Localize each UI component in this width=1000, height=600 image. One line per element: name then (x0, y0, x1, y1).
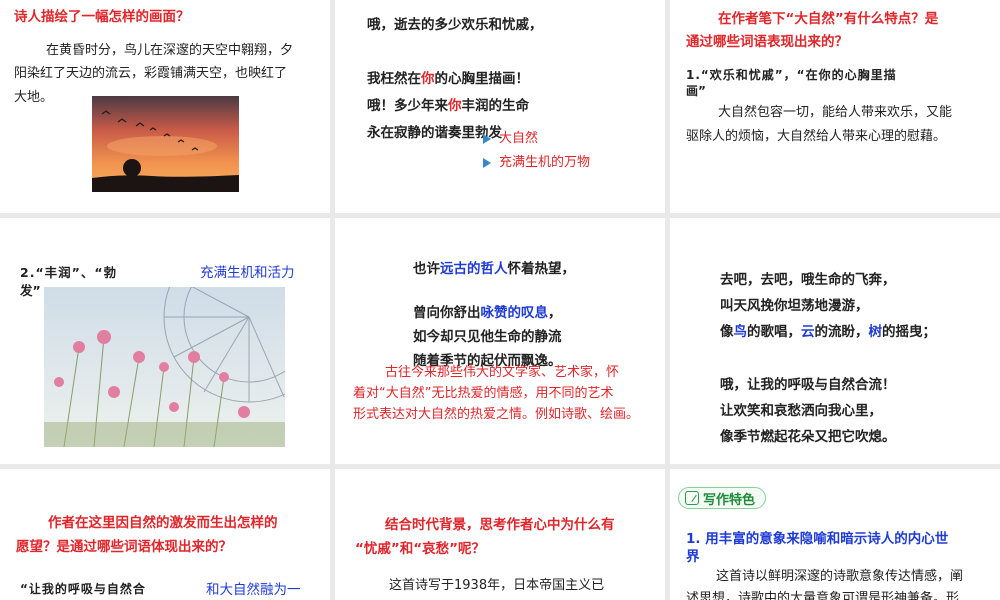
heading-line-1: 1. 用丰富的意象来隐喻和暗示诗人的内心世 (686, 531, 949, 547)
answer-line-2: 驱除人的烦恼，大自然给人带来心理的慰藉。 (686, 129, 947, 144)
item-line-2: 画” (686, 84, 706, 98)
edit-icon (685, 491, 699, 505)
poem-line-3: 像鸟的歌唱，云的流盼，树的摇曳； (720, 324, 936, 340)
quote-text: “让我的呼吸与自然合 (20, 582, 146, 596)
answer-line-2: 阳染红了天边的流云，彩霞铺满天空，也映红了 (14, 66, 288, 81)
slide-8[interactable]: 结合时代背景，思考作者心中为什么有 “忧戚”和“哀愁”呢？ 这首诗写于1938年… (335, 469, 665, 600)
question-line-1: 结合时代背景，思考作者心中为什么有 (385, 517, 615, 533)
poem-line-2: 叫天风挽你坦荡地漫游， (720, 298, 869, 314)
slide-3[interactable]: 在作者笔下“大自然”有什么特点？是 通过哪些词语表现出来的？ 1.“欢乐和忧戚”… (670, 0, 1000, 213)
note-line-1: 古往今来那些伟大的文学家、艺术家，怀 (385, 365, 620, 380)
bullet-arrow-icon (483, 157, 491, 168)
item-line-2: 发” (20, 283, 41, 298)
ferris-wheel-flowers-image (44, 287, 285, 447)
slide-5[interactable]: 也许远古的哲人怀着热望， 曾向你舒出咏赞的叹息， 如今却只见他生命的静流 随着季… (335, 218, 665, 464)
bullet-arrow-icon (483, 133, 491, 144)
question-line-1: 作者在这里因自然的激发而生出怎样的 (48, 515, 278, 531)
item-line-1: 1.“欢乐和忧戚”，“在你的心胸里描 (686, 68, 897, 82)
note-line-2: 着对“大自然”无比热爱的情感，用不同的艺术 (353, 386, 614, 401)
poem-line-2: 曾向你舒出咏赞的叹息， (413, 305, 562, 321)
slide-6[interactable]: 去吧，去吧，哦生命的飞奔， 叫天风挽你坦荡地漫游， 像鸟的歌唱，云的流盼，树的摇… (670, 218, 1000, 464)
answer-line-1: 在黄昏时分，鸟儿在深邃的天空中翱翔，夕 (46, 43, 294, 58)
poem-line-4: 永在寂静的谐奏里勃发 (367, 125, 502, 141)
question-text: 诗人描绘了一幅怎样的画面？ (14, 9, 190, 25)
poem-line-1: 去吧，去吧，哦生命的飞奔， (720, 272, 896, 288)
slide-9[interactable]: 写作特色 1. 用丰富的意象来隐喻和暗示诗人的内心世 界 这首诗以鲜明深邃的诗歌… (670, 469, 1000, 600)
slide-2[interactable]: 哦，逝去的多少欢乐和忧戚， 我枉然在你的心胸里描画！ 哦！多少年来你丰润的生命 … (335, 0, 665, 213)
bullet-item-2: 充满生机的万物 (483, 154, 590, 172)
question-line-2: 通过哪些词语表现出来的？ (686, 34, 848, 50)
slide-1[interactable]: 诗人描绘了一幅怎样的画面？ 在黄昏时分，鸟儿在深邃的天空中翱翔，夕 阳染红了天边… (0, 0, 330, 213)
poem-line-3: 如今却只见他生命的静流 (413, 329, 562, 345)
item-line-1: 2.“丰润”、“勃 (20, 265, 118, 280)
answer-line-1: 大自然包容一切，能给人带来欢乐，又能 (718, 105, 953, 120)
poem-line-5: 让欢笑和哀愁洒向我心里， (720, 403, 882, 419)
question-line-2: 愿望？是通过哪些词语体现出来的？ (16, 539, 232, 555)
slide-7[interactable]: 作者在这里因自然的激发而生出怎样的 愿望？是通过哪些词语体现出来的？ “让我的呼… (0, 469, 330, 600)
answer-text: 和大自然融为一 (206, 582, 301, 598)
note-line-3: 形式表达对大自然的热爱之情。例如诗歌、绘画。 (353, 407, 640, 422)
answer-line-3: 大地。 (14, 90, 54, 105)
question-line-2: “忧戚”和“哀愁”呢？ (355, 541, 485, 557)
heading-line-2: 界 (686, 549, 700, 565)
poem-line-2: 我枉然在你的心胸里描画！ (367, 71, 529, 87)
answer-text: 充满生机和活力 (200, 265, 295, 281)
sunset-birds-image (92, 96, 239, 192)
poem-line-1: 哦，逝去的多少欢乐和忧戚， (367, 17, 543, 33)
poem-line-3: 哦！多少年来你丰润的生命 (367, 98, 529, 114)
body-line-2: 述思想，诗歌中的大量意象可谓是形神兼备。形 (686, 591, 960, 600)
slide-4[interactable]: 2.“丰润”、“勃 发” 充满生机和活力 (0, 218, 330, 464)
question-line-1: 在作者笔下“大自然”有什么特点？是 (718, 11, 939, 27)
bullet-item-1: 大自然 (483, 130, 538, 148)
poem-line-6: 像季节燃起花朵又把它吹熄。 (720, 429, 896, 445)
body-line-1: 这首诗以鲜明深邃的诗歌意象传达情感，阐 (716, 569, 964, 584)
poem-line-4: 哦，让我的呼吸与自然合流！ (720, 377, 896, 393)
poem-line-1: 也许远古的哲人怀着热望， (413, 261, 575, 277)
body-text: 这首诗写于1938年，日本帝国主义已 (389, 578, 605, 593)
writing-feature-tag: 写作特色 (678, 487, 767, 509)
